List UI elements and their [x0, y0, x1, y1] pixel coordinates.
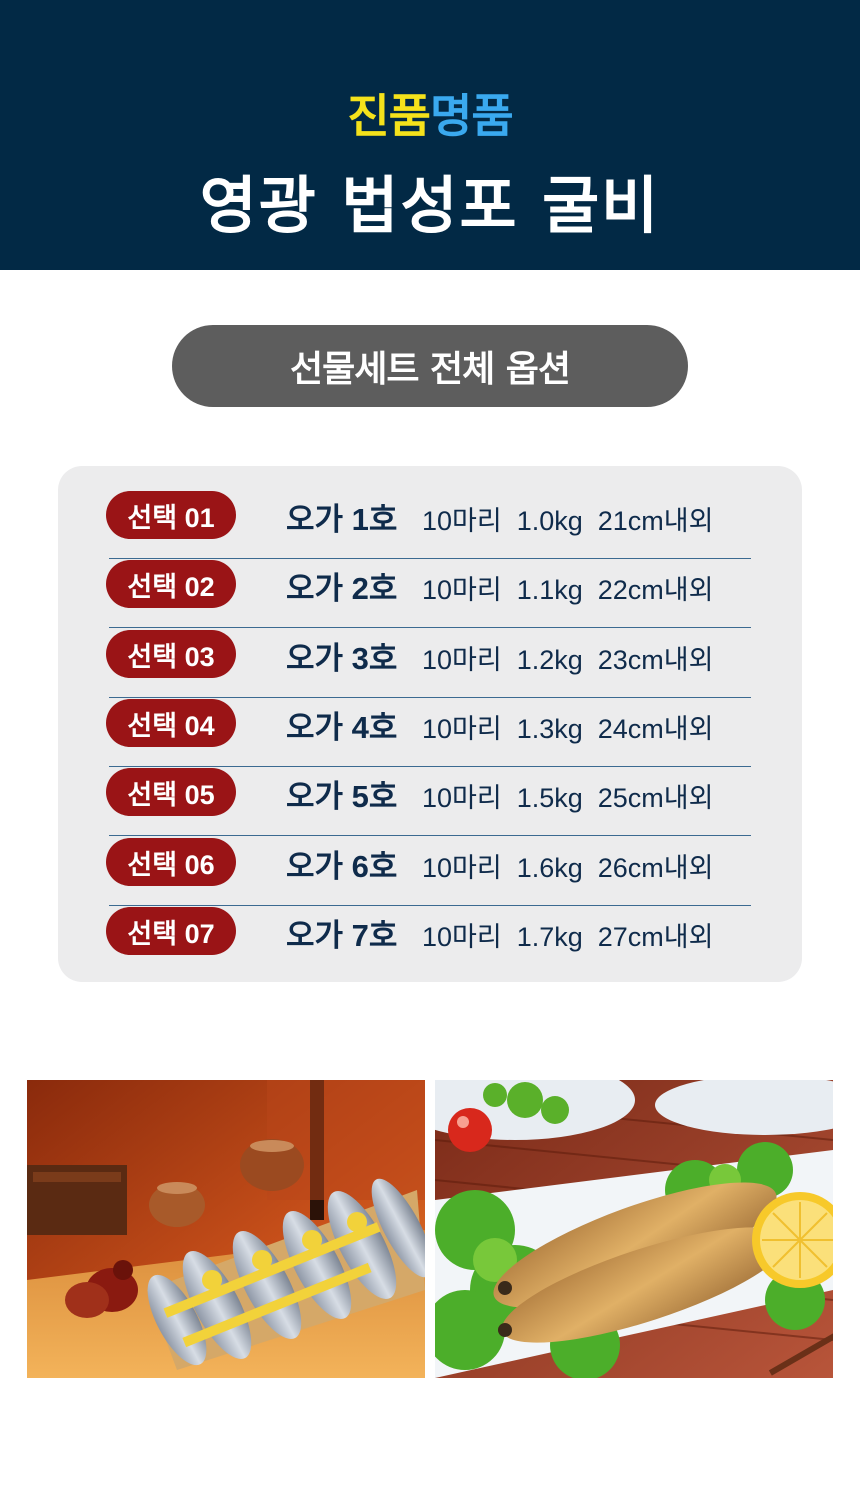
option-name: 오가 6호	[286, 849, 398, 884]
option-name: 오가 2호	[286, 571, 398, 606]
option-badge: 선택 07	[106, 907, 236, 955]
option-spec: 10마리 1.2kg 23cm내외	[422, 645, 714, 675]
brand-part2: 명품	[430, 89, 514, 143]
brand-part1: 진품	[347, 89, 431, 143]
option-spec: 10마리 1.5kg 25cm내외	[422, 783, 714, 813]
divider	[109, 835, 751, 836]
option-row[interactable]: 선택 05 오가 5호 10마리 1.5kg 25cm내외	[106, 767, 751, 836]
option-row[interactable]: 선택 04 오가 4호 10마리 1.3kg 24cm내외	[106, 698, 751, 767]
product-photo-giftset	[27, 1080, 425, 1378]
option-spec: 10마리 1.7kg 27cm내외	[422, 922, 714, 952]
section-title: 선물세트 전체 옵션	[172, 325, 688, 407]
option-badge: 선택 06	[106, 838, 236, 886]
option-badge: 선택 05	[106, 768, 236, 816]
option-row[interactable]: 선택 06 오가 6호 10마리 1.6kg 26cm내외	[106, 837, 751, 906]
option-badge: 선택 04	[106, 699, 236, 747]
option-name: 오가 7호	[286, 918, 398, 953]
divider	[109, 627, 751, 628]
option-name: 오가 1호	[286, 502, 398, 537]
option-name: 오가 4호	[286, 710, 398, 745]
option-spec: 10마리 1.1kg 22cm내외	[422, 575, 714, 605]
option-name: 오가 5호	[286, 779, 398, 814]
option-name: 오가 3호	[286, 641, 398, 676]
header-banner: 진품명품 영광 법성포 굴비	[0, 0, 860, 270]
option-badge: 선택 02	[106, 560, 236, 608]
option-row[interactable]: 선택 01 오가 1호 10마리 1.0kg 21cm내외	[106, 490, 751, 559]
option-row[interactable]: 선택 03 오가 3호 10마리 1.2kg 23cm내외	[106, 629, 751, 698]
options-panel: 선택 01 오가 1호 10마리 1.0kg 21cm내외 선택 02 오가 2…	[58, 466, 802, 982]
page-title: 영광 법성포 굴비	[199, 169, 661, 242]
option-badge: 선택 03	[106, 630, 236, 678]
brand-logo: 진품명품	[0, 80, 860, 146]
option-badge: 선택 01	[106, 491, 236, 539]
option-spec: 10마리 1.3kg 24cm내외	[422, 714, 714, 744]
option-row[interactable]: 선택 07 오가 7호 10마리 1.7kg 27cm내외	[106, 906, 748, 975]
option-spec: 10마리 1.6kg 26cm내외	[422, 853, 714, 883]
product-photo-plated	[435, 1080, 833, 1378]
option-spec: 10마리 1.0kg 21cm내외	[422, 506, 714, 536]
option-row[interactable]: 선택 02 오가 2호 10마리 1.1kg 22cm내외	[106, 559, 751, 628]
